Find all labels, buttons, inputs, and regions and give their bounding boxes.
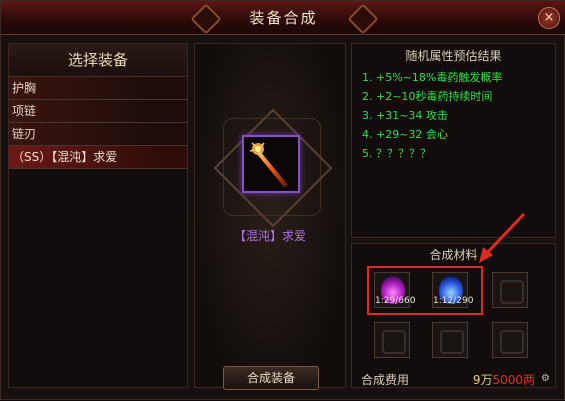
attribute-list: 1. +5%~18%毒药触发概率 2. +2~10秒毒药持续时间 3. +31~… — [362, 68, 555, 163]
cost-value: 9万5000两 — [473, 371, 535, 388]
equipment-item-necklace[interactable]: 项链 — [9, 100, 187, 123]
material-slot-5-empty[interactable] — [432, 322, 468, 358]
materials-panel: 合成材料 1:29/660 1:12/290 合成费用 9万5000两 ⚙ — [351, 243, 556, 388]
material-slot-4-empty[interactable] — [374, 322, 410, 358]
equipment-list: 护胸 项链 链刃 （SS）【混沌】求爱 — [9, 77, 187, 169]
currency-icon: ⚙ — [541, 373, 550, 384]
window-title: 装备合成 — [249, 9, 318, 27]
equip-synthesis-window: 装备合成 × 选择装备 护胸 项链 链刃 （SS）【混沌】求爱 【混沌】求爱 合… — [0, 0, 565, 400]
cost-liang: 5000两 — [492, 373, 535, 387]
title-bar[interactable]: 装备合成 × — [1, 1, 565, 35]
material-slot-3-empty[interactable] — [492, 272, 528, 308]
attribute-line: 2. +2~10秒毒药持续时间 — [362, 90, 493, 103]
equipment-list-header: 选择装备 — [9, 44, 187, 77]
target-item-slot[interactable] — [242, 135, 300, 193]
combine-equipment-button[interactable]: 合成装备 — [223, 366, 319, 390]
attribute-line: 3. +31~34 攻击 — [362, 109, 448, 122]
item-preview-panel: 【混沌】求爱 合成装备 — [194, 43, 346, 390]
cost-wan: 9万 — [472, 373, 493, 387]
attribute-line: 4. +29~32 会心 — [362, 128, 448, 141]
close-button[interactable]: × — [538, 7, 560, 29]
materials-title: 合成材料 — [429, 248, 478, 262]
random-attributes-panel: 随机属性预估结果 1. +5%~18%毒药触发概率 2. +2~10秒毒药持续时… — [351, 43, 556, 238]
attribute-line: 5. ？？？？？ — [362, 147, 431, 160]
equipment-item-chest[interactable]: 护胸 — [9, 77, 187, 100]
attributes-title: 随机属性预估结果 — [405, 49, 502, 63]
equipment-list-panel: 选择装备 护胸 项链 链刃 （SS）【混沌】求爱 — [8, 43, 188, 388]
target-item-name: 【混沌】求爱 — [233, 229, 306, 243]
materials-highlight-box — [367, 266, 483, 315]
equipment-item-chain-blade[interactable]: 链刃 — [9, 123, 187, 146]
equipment-item-selected[interactable]: （SS）【混沌】求爱 — [9, 146, 187, 169]
cost-label: 合成费用 — [361, 373, 410, 387]
material-slot-6-empty[interactable] — [492, 322, 528, 358]
attribute-line: 1. +5%~18%毒药触发概率 — [362, 71, 503, 84]
flaming-staff-icon — [249, 142, 288, 187]
